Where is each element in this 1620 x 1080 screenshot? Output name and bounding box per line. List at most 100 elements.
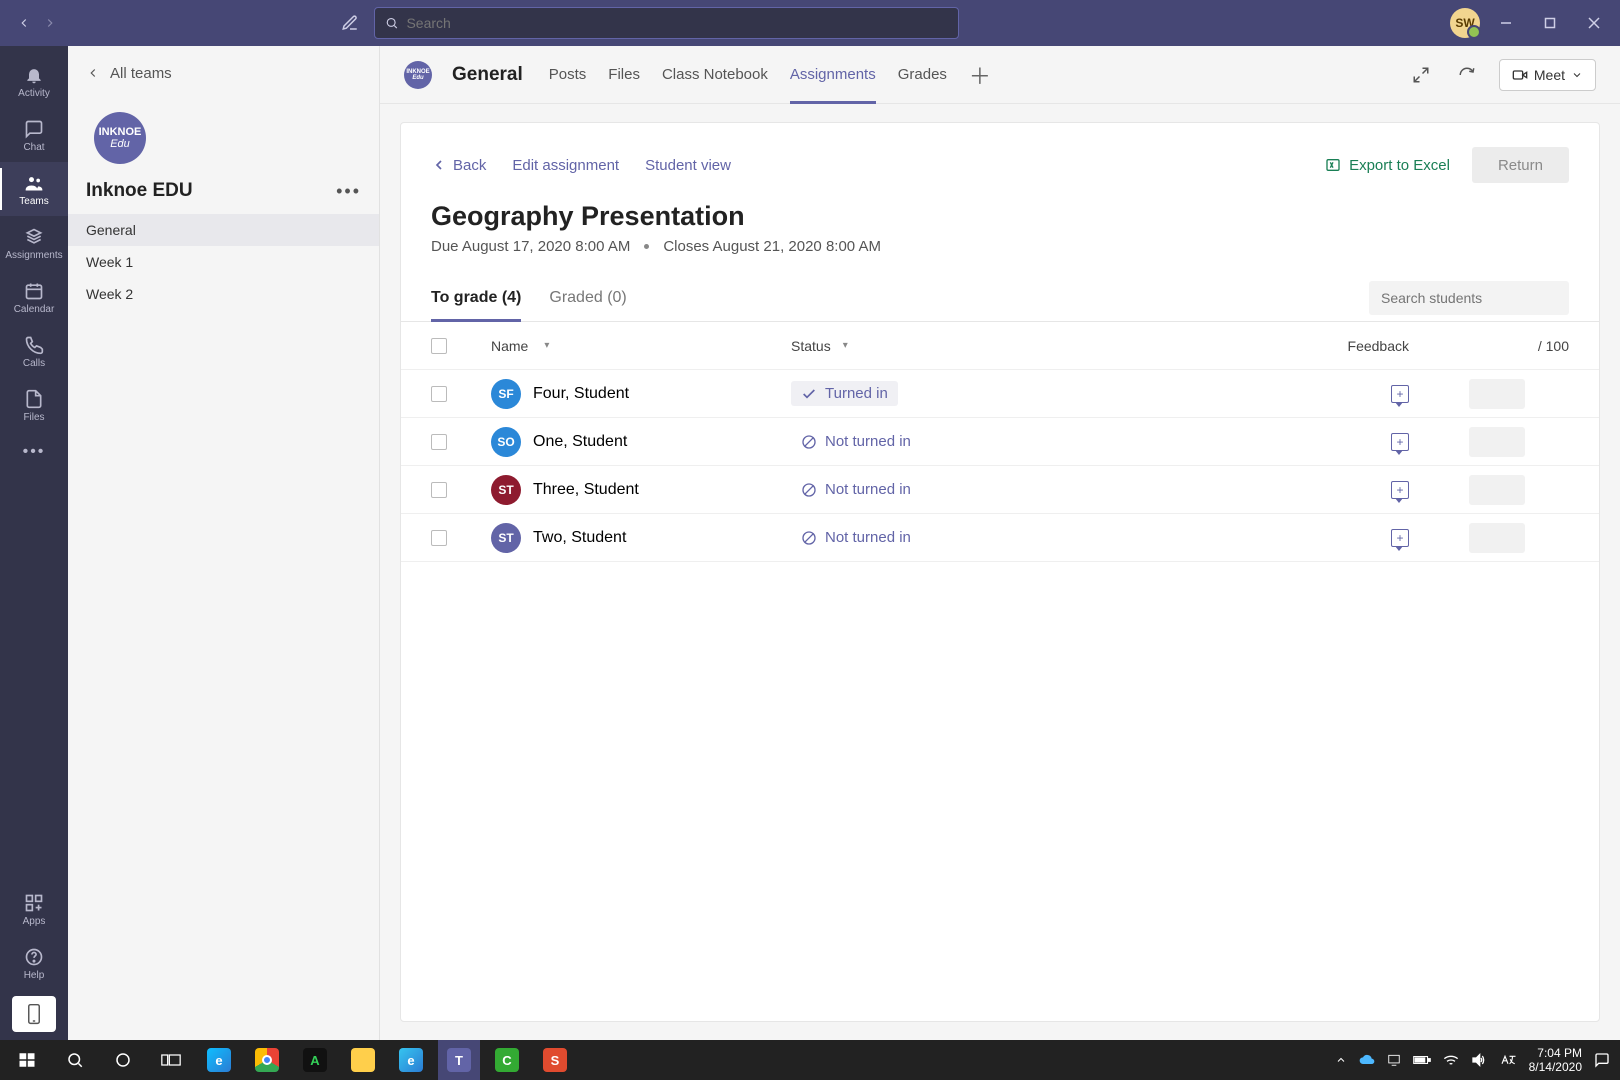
excel-icon [1325,157,1341,173]
table-row[interactable]: SFFour, StudentTurned in [401,370,1599,418]
table-row[interactable]: STTwo, StudentNot turned in [401,514,1599,562]
tray-chevron-icon[interactable] [1335,1054,1347,1066]
search-students-box[interactable] [1369,281,1569,315]
tray-cloud-icon[interactable] [1359,1054,1375,1066]
window-close-icon[interactable] [1584,13,1604,33]
tab-class-notebook[interactable]: Class Notebook [662,46,768,103]
add-feedback-icon[interactable] [1391,529,1409,547]
edit-assignment-link[interactable]: Edit assignment [512,157,619,174]
rail-item-apps[interactable]: Apps [0,882,68,936]
back-link[interactable]: Back [431,157,486,174]
mobile-button[interactable] [12,996,56,1032]
rail-item-files[interactable]: Files [0,378,68,432]
status-pill[interactable]: Not turned in [791,477,921,502]
rail-item-calendar[interactable]: Calendar [0,270,68,324]
student-avatar: ST [491,475,521,505]
assignments-icon [23,226,45,248]
user-avatar[interactable]: SW [1450,8,1480,38]
taskbar-app-camtasia[interactable]: C [486,1040,528,1080]
points-input[interactable] [1469,379,1525,409]
rail-item-activity[interactable]: Activity [0,54,68,108]
tab-grades[interactable]: Grades [898,46,947,103]
col-name-header[interactable]: Name [491,338,528,354]
add-feedback-icon[interactable] [1391,433,1409,451]
taskbar-app-snagit[interactable]: S [534,1040,576,1080]
nav-back-icon[interactable] [16,15,32,31]
add-tab-icon[interactable]: ＋ [969,59,991,91]
rail-item-help[interactable]: Help [0,936,68,990]
search-taskbar-icon[interactable] [54,1040,96,1080]
nav-forward-icon[interactable] [42,15,58,31]
tab-files[interactable]: Files [608,46,640,103]
student-name: One, Student [533,433,627,451]
table-header-row: Name▾ Status▾ Feedback / 100 [401,322,1599,370]
taskbar-app-chrome[interactable] [246,1040,288,1080]
taskbar-app-edge[interactable]: e [198,1040,240,1080]
rail-label: Teams [19,196,48,207]
clock-time: 7:04 PM [1529,1046,1582,1060]
rail-item-chat[interactable]: Chat [0,108,68,162]
row-checkbox[interactable] [431,386,447,402]
add-feedback-icon[interactable] [1391,385,1409,403]
students-table: Name▾ Status▾ Feedback / 100 SFFour, Stu… [401,322,1599,562]
notifications-icon[interactable] [1594,1052,1610,1068]
meet-button[interactable]: Meet [1499,59,1596,91]
channel-item-week2[interactable]: Week 2 [68,278,379,310]
row-checkbox[interactable] [431,482,447,498]
app-rail: Activity Chat Teams Assignments Calendar… [0,46,68,1040]
table-row[interactable]: SO One, Student Not turned in [401,418,1599,466]
tray-display-icon[interactable] [1387,1053,1401,1067]
row-checkbox[interactable] [431,434,447,450]
points-input[interactable] [1469,475,1525,505]
taskbar-app-edge2[interactable]: e [390,1040,432,1080]
tray-volume-icon[interactable] [1471,1053,1487,1067]
tab-graded[interactable]: Graded (0) [549,275,626,321]
points-input[interactable] [1469,523,1525,553]
system-tray[interactable]: 7:04 PM 8/14/2020 [1335,1046,1620,1075]
taskbar-app-explorer[interactable] [342,1040,384,1080]
clock-date: 8/14/2020 [1529,1060,1582,1074]
add-feedback-icon[interactable] [1391,481,1409,499]
taskbar-app-a[interactable]: A [294,1040,336,1080]
assignment-card: Back Edit assignment Student view Export… [400,122,1600,1022]
search-students-input[interactable] [1381,290,1562,306]
row-checkbox[interactable] [431,530,447,546]
window-minimize-icon[interactable] [1496,13,1516,33]
status-pill[interactable]: Not turned in [791,429,921,454]
export-excel-link[interactable]: Export to Excel [1325,157,1450,174]
tab-posts[interactable]: Posts [549,46,587,103]
rail-more-icon[interactable]: ••• [23,432,46,472]
taskbar-clock[interactable]: 7:04 PM 8/14/2020 [1529,1046,1582,1075]
tab-to-grade[interactable]: To grade (4) [431,275,521,321]
channel-item-week1[interactable]: Week 1 [68,246,379,278]
start-button[interactable] [6,1040,48,1080]
search-input[interactable] [406,15,948,31]
points-input[interactable] [1469,427,1525,457]
tray-battery-icon[interactable] [1413,1054,1431,1066]
search-box[interactable] [374,7,959,39]
taskbar-app-teams[interactable]: T [438,1040,480,1080]
team-menu-icon[interactable]: ••• [336,181,361,202]
window-maximize-icon[interactable] [1540,13,1560,33]
tray-wifi-icon[interactable] [1443,1054,1459,1066]
compose-icon[interactable] [338,11,362,35]
expand-icon[interactable] [1407,61,1435,89]
rail-item-teams[interactable]: Teams [0,162,68,216]
tray-language-icon[interactable] [1499,1053,1517,1067]
rail-item-calls[interactable]: Calls [0,324,68,378]
all-teams-link[interactable]: All teams [68,46,379,100]
channel-item-general[interactable]: General [68,214,379,246]
student-avatar: SF [491,379,521,409]
status-pill[interactable]: Turned in [791,381,898,406]
student-view-link[interactable]: Student view [645,157,731,174]
task-view-icon[interactable] [150,1040,192,1080]
select-all-checkbox[interactable] [431,338,447,354]
tab-assignments[interactable]: Assignments [790,46,876,103]
student-avatar: SO [491,427,521,457]
status-pill[interactable]: Not turned in [791,525,921,550]
cortana-icon[interactable] [102,1040,144,1080]
col-status-header[interactable]: Status [791,338,831,354]
refresh-icon[interactable] [1453,61,1481,89]
rail-item-assignments[interactable]: Assignments [0,216,68,270]
table-row[interactable]: STThree, StudentNot turned in [401,466,1599,514]
